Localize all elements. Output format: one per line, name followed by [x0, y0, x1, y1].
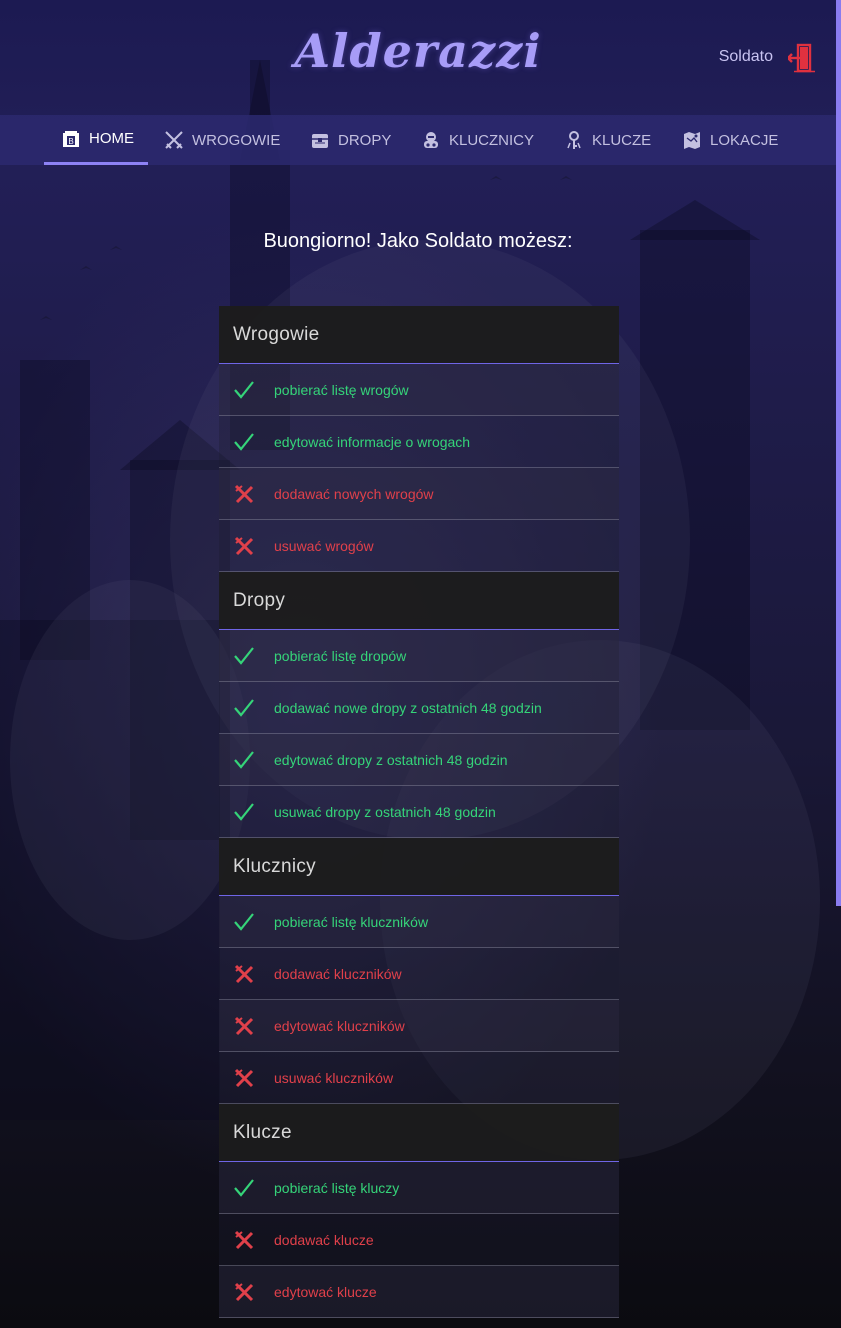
section-header-wrogowie: Wrogowie — [219, 306, 619, 364]
greeting-heading: Buongiorno! Jako Soldato możesz: — [263, 230, 573, 252]
permission-row: edytować informacje o wrogach — [219, 416, 619, 468]
permission-row: usuwać wrogów — [219, 520, 619, 572]
permission-label: edytować kluczników — [274, 1017, 405, 1034]
nav-home-label: HOME — [89, 130, 134, 147]
nav-lokacje-label: LOKACJE — [710, 131, 779, 149]
permission-label: dodawać nowych wrogów — [274, 485, 434, 502]
cross-icon — [234, 536, 254, 555]
nav-wrogowie-label: WROGOWIE — [192, 131, 281, 149]
nav-klucze-label: KLUCZE — [592, 131, 652, 149]
main-nav: B HOME WROGOWIE DROPY KLUCZNICY KLUCZE L… — [0, 115, 836, 165]
section-rows-klucze: pobierać listę kluczy dodawać klucze edy… — [219, 1162, 619, 1318]
door-exit-icon — [788, 43, 815, 73]
nav-dropy[interactable]: DROPY — [310, 115, 391, 165]
permission-row: edytować klucze — [219, 1266, 619, 1318]
permission-row: pobierać listę kluczy — [219, 1162, 619, 1214]
permission-row: dodawać kluczników — [219, 948, 619, 1000]
logout-button[interactable] — [788, 43, 816, 73]
check-icon — [234, 750, 254, 769]
permission-label: usuwać kluczników — [274, 1069, 394, 1086]
cross-icon — [234, 1068, 254, 1087]
home-icon: B — [63, 130, 79, 147]
check-icon — [234, 802, 254, 821]
permission-label: pobierać listę kluczy — [274, 1179, 400, 1196]
nav-klucznicy[interactable]: KLUCZNICY — [421, 115, 534, 165]
permission-row: pobierać listę dropów — [219, 630, 619, 682]
check-icon — [234, 646, 254, 665]
permission-label: pobierać listę wrogów — [274, 381, 409, 398]
permission-row: dodawać nowe dropy z ostatnich 48 godzin — [219, 682, 619, 734]
top-header: Alderazzi Soldato — [0, 0, 836, 115]
check-icon — [234, 380, 254, 399]
section-header-klucze: Klucze — [219, 1104, 619, 1162]
permission-label: usuwać dropy z ostatnich 48 godzin — [274, 803, 496, 820]
permission-row: edytować kluczników — [219, 1000, 619, 1052]
permission-row: usuwać dropy z ostatnich 48 godzin — [219, 786, 619, 838]
crossed-swords-icon — [165, 131, 183, 149]
permission-label: edytować informacje o wrogach — [274, 433, 471, 450]
keymaster-icon — [424, 132, 438, 148]
nav-klucze[interactable]: KLUCZE — [564, 115, 651, 165]
permission-row: dodawać klucze — [219, 1214, 619, 1266]
cross-icon — [234, 1282, 254, 1301]
check-icon — [234, 698, 254, 717]
svg-text:B: B — [68, 137, 73, 146]
permission-row: pobierać listę kluczników — [219, 896, 619, 948]
nav-wrogowie[interactable]: WROGOWIE — [164, 115, 280, 165]
section-header-dropy: Dropy — [219, 572, 619, 630]
permission-label: pobierać listę dropów — [274, 647, 407, 664]
permission-row: dodawać nowych wrogów — [219, 468, 619, 520]
permission-label: dodawać nowe dropy z ostatnich 48 godzin — [274, 699, 542, 716]
section-header-klucznicy: Klucznicy — [219, 838, 619, 896]
cross-icon — [234, 964, 254, 983]
permission-label: edytować dropy z ostatnich 48 godzin — [274, 751, 508, 768]
permission-label: edytować klucze — [274, 1283, 377, 1300]
permission-label: dodawać kluczników — [274, 965, 402, 982]
permission-label: pobierać listę kluczników — [274, 913, 429, 930]
section-rows-wrogowie: pobierać listę wrogów edytować informacj… — [219, 364, 619, 572]
section-rows-dropy: pobierać listę dropów dodawać nowe dropy… — [219, 630, 619, 838]
check-icon — [234, 432, 254, 451]
user-name: Soldato — [718, 48, 773, 65]
permissions-list: Wrogowie pobierać listę wrogów edytować … — [219, 306, 619, 1318]
permission-row: pobierać listę wrogów — [219, 364, 619, 416]
brand-logo[interactable]: Alderazzi — [0, 24, 836, 78]
cross-icon — [234, 484, 254, 503]
check-icon — [234, 912, 254, 931]
chest-icon — [312, 134, 328, 148]
map-icon — [684, 132, 700, 149]
section-rows-klucznicy: pobierać listę kluczników dodawać kluczn… — [219, 896, 619, 1104]
permission-label: dodawać klucze — [274, 1231, 374, 1248]
scrollbar[interactable] — [836, 0, 841, 906]
nav-home[interactable]: B HOME — [44, 115, 148, 165]
permission-row: edytować dropy z ostatnich 48 godzin — [219, 734, 619, 786]
check-icon — [234, 1178, 254, 1197]
nav-dropy-label: DROPY — [338, 131, 392, 149]
cross-icon — [234, 1230, 254, 1249]
key-icon — [567, 131, 581, 149]
permission-row: usuwać kluczników — [219, 1052, 619, 1104]
cross-icon — [234, 1016, 254, 1035]
permission-label: usuwać wrogów — [274, 537, 374, 554]
nav-klucznicy-label: KLUCZNICY — [449, 131, 535, 149]
nav-lokacje[interactable]: LOKACJE — [682, 115, 778, 165]
